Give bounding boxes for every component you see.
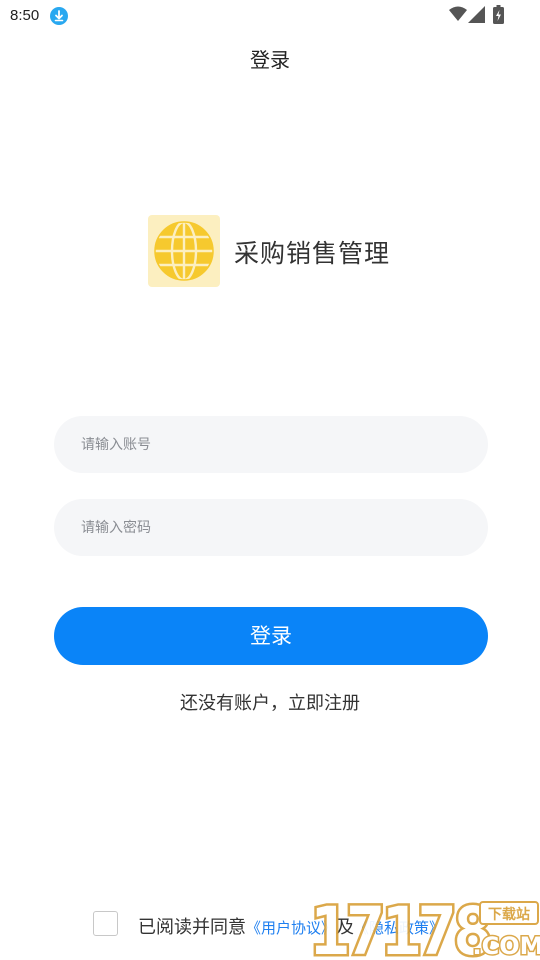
login-screen: 8:50 登录 采购销售管理 请输入账号 登录 还没有账户，立即注册 已阅读并同… xyxy=(0,0,540,960)
password-input[interactable] xyxy=(54,499,488,556)
agreement-checkbox[interactable] xyxy=(93,911,118,936)
agreement-conjunction: 及 xyxy=(336,917,355,938)
wifi-icon xyxy=(449,6,467,21)
status-time: 8:50 xyxy=(10,7,40,24)
globe-icon xyxy=(154,220,214,282)
signal-icon xyxy=(468,6,485,23)
user-agreement-link[interactable]: 《用户协议》 xyxy=(246,919,336,937)
download-notification-icon xyxy=(50,7,68,25)
app-logo xyxy=(148,215,220,287)
watermark-tag: 下载站 xyxy=(488,906,530,923)
battery-charging-icon xyxy=(493,5,504,24)
agreement-prefix: 已阅读并同意 xyxy=(138,917,246,938)
register-link[interactable]: 还没有账户，立即注册 xyxy=(0,689,540,715)
privacy-policy-link[interactable]: 《隐私政策》 xyxy=(354,919,444,937)
agreement-text: 已阅读并同意《用户协议》及《隐私政策》 xyxy=(138,913,444,939)
status-bar: 8:50 xyxy=(0,0,540,32)
page-title: 登录 xyxy=(250,48,290,72)
app-name: 采购销售管理 xyxy=(234,239,391,268)
account-input[interactable] xyxy=(54,416,488,473)
login-button[interactable]: 登录 xyxy=(54,607,488,665)
watermark-suffix: .COM xyxy=(472,932,540,960)
